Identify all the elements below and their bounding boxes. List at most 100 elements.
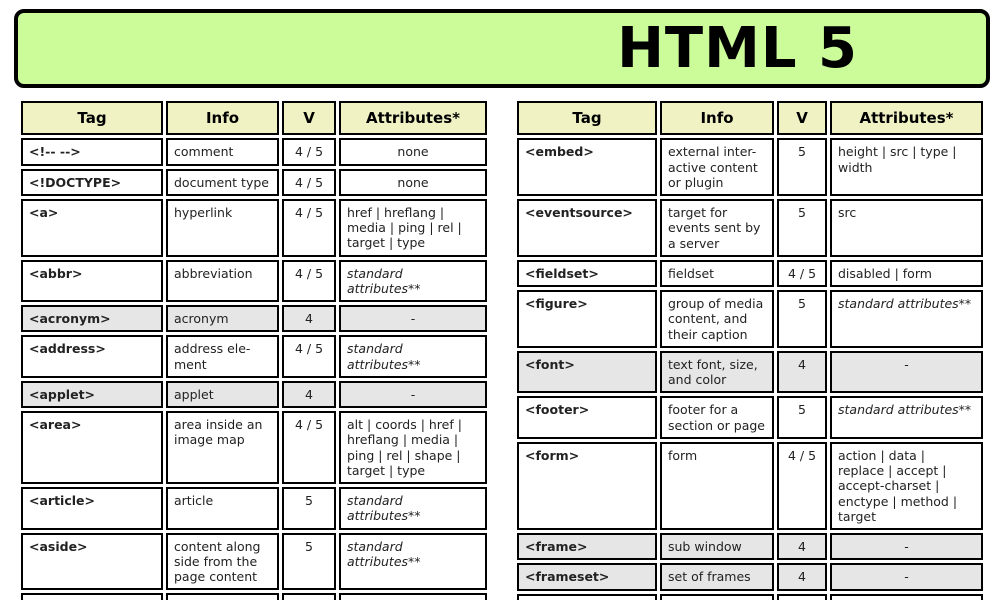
cell-info	[660, 593, 774, 600]
table-row: <fieldset> fieldset 4 / 5 disabled | form	[517, 259, 983, 288]
table-row: <article> article 5 standard attributes**	[21, 487, 487, 530]
cell-info: applet	[166, 380, 279, 409]
table-row: <aside> content along side from the page …	[21, 532, 487, 591]
cell-version: 4 / 5	[282, 198, 336, 257]
cell-version: 4 / 5	[777, 259, 827, 288]
cell-tag: <figure>	[517, 290, 657, 348]
table-row: <!-- --> comment 4 / 5 none	[21, 138, 487, 166]
cell-attributes: standard attributes**	[830, 396, 983, 439]
table-row	[517, 593, 983, 600]
table-row: <acronym> acronym 4-	[21, 305, 487, 333]
cell-version: 4	[282, 380, 336, 409]
cell-attributes: disabled | form	[830, 259, 983, 288]
cell-attributes: -	[830, 563, 983, 591]
cell-info: address ele-ment	[166, 335, 279, 378]
cell-attributes: autoplay | controls | end | loopend | lo…	[339, 593, 487, 600]
cell-attributes: standard attributes**	[339, 487, 487, 530]
cell-attributes: none	[339, 168, 487, 196]
cell-attributes	[830, 593, 983, 600]
cell-tag: <form>	[517, 441, 657, 531]
table-row: <figure> group of media content, and thei…	[517, 290, 983, 348]
cell-info: group of media content, and their captio…	[660, 290, 774, 348]
column-header-version: V	[777, 101, 827, 136]
cell-info: text font, size, and color	[660, 350, 774, 394]
table-row: <form> form 4 / 5 action | data | replace |…	[517, 441, 983, 531]
column-header-tag: Tag	[517, 101, 657, 136]
cell-version: 5	[282, 532, 336, 591]
cell-info: acronym	[166, 305, 279, 333]
column-header-tag: Tag	[21, 101, 163, 136]
cell-tag: <frameset>	[517, 563, 657, 591]
cell-attributes: -	[830, 533, 983, 561]
cell-version: 4 / 5	[282, 259, 336, 303]
table-row: <footer> footer for a section or page 5 sta…	[517, 396, 983, 439]
cell-attributes: none	[339, 138, 487, 166]
cell-tag: <aside>	[21, 532, 163, 591]
cell-info: form	[660, 441, 774, 531]
cell-tag: <eventsource>	[517, 199, 657, 257]
table-row: <area> area inside an image map 4 / 5 alt |…	[21, 411, 487, 485]
cell-version	[777, 593, 827, 600]
cell-tag: <footer>	[517, 396, 657, 439]
cell-info: area inside an image map	[166, 411, 279, 485]
left-table-head: Tag Info V Attributes*	[21, 101, 487, 136]
cell-version: 5	[777, 396, 827, 439]
cell-tag: <font>	[517, 350, 657, 394]
cell-version: 5	[777, 138, 827, 197]
table-row: <frameset> set of frames 4-	[517, 563, 983, 591]
cell-version: 4 / 5	[777, 441, 827, 531]
cell-info: content along side from the page content	[166, 532, 279, 591]
cell-attributes: -	[339, 380, 487, 409]
cell-attributes: standard attributes**	[830, 290, 983, 348]
cell-attributes: -	[339, 305, 487, 333]
table-row: <frame> sub window 4-	[517, 533, 983, 561]
cell-attributes: action | data | replace | accept | accep…	[830, 441, 983, 531]
cell-info: hyperlink	[166, 198, 279, 257]
column-header-info: Info	[166, 101, 279, 136]
table-row: <a> hyperlink 4 / 5 href | hreflang | media…	[21, 198, 487, 257]
table-row: <audio>sound content5autoplay | controls…	[21, 593, 487, 600]
cell-attributes: src	[830, 199, 983, 257]
cell-version: 5	[282, 487, 336, 530]
table-row: <applet> applet 4-	[21, 380, 487, 409]
cell-tag: <audio>	[21, 593, 163, 600]
cell-version: 4	[777, 533, 827, 561]
left-reference-table: Tag Info V Attributes* <!-- --> comment 4 …	[18, 98, 490, 600]
cell-info: sub window	[660, 533, 774, 561]
table-row: <eventsource> target for events sent by a…	[517, 199, 983, 257]
cell-attributes: -	[830, 350, 983, 394]
cell-info: article	[166, 487, 279, 530]
cell-attributes: href | hreflang | media | ping | rel | t…	[339, 198, 487, 257]
column-header-version: V	[282, 101, 336, 136]
cell-info: document type	[166, 168, 279, 196]
cell-version: 5	[777, 199, 827, 257]
cell-version: 4	[282, 305, 336, 333]
cell-version: 4	[777, 350, 827, 394]
table-row: <address> address ele-ment 4 / 5 standard a…	[21, 335, 487, 378]
cell-tag: <article>	[21, 487, 163, 530]
cell-tag: <applet>	[21, 380, 163, 409]
cell-tag: <!DOCTYPE>	[21, 168, 163, 196]
cell-version: 4 / 5	[282, 335, 336, 378]
cell-version: 4 / 5	[282, 168, 336, 196]
cell-attributes: standard attributes**	[339, 335, 487, 378]
cell-tag	[517, 593, 657, 600]
left-header-row: Tag Info V Attributes*	[21, 101, 487, 136]
right-table-body: <embed> external inter-active content or …	[517, 138, 983, 600]
cell-attributes: alt | coords | href | hreflang | media |…	[339, 411, 487, 485]
right-reference-table: Tag Info V Attributes* <embed> external i…	[514, 98, 986, 600]
cell-version: 4 / 5	[282, 138, 336, 166]
column-header-info: Info	[660, 101, 774, 136]
cell-tag: <address>	[21, 335, 163, 378]
cell-info: target for events sent by a server	[660, 199, 774, 257]
cell-tag: <a>	[21, 198, 163, 257]
table-row: <abbr> abbreviation 4 / 5 standard attribut…	[21, 259, 487, 303]
cell-version: 4	[777, 563, 827, 591]
cell-tag: <area>	[21, 411, 163, 485]
title-banner: HTML 5	[14, 9, 990, 88]
cell-attributes: standard attributes**	[339, 532, 487, 591]
table-row: <embed> external inter-active content or …	[517, 138, 983, 197]
cell-tag: <acronym>	[21, 305, 163, 333]
cell-info: external inter-active content or plugin	[660, 138, 774, 197]
cell-version: 5	[282, 593, 336, 600]
